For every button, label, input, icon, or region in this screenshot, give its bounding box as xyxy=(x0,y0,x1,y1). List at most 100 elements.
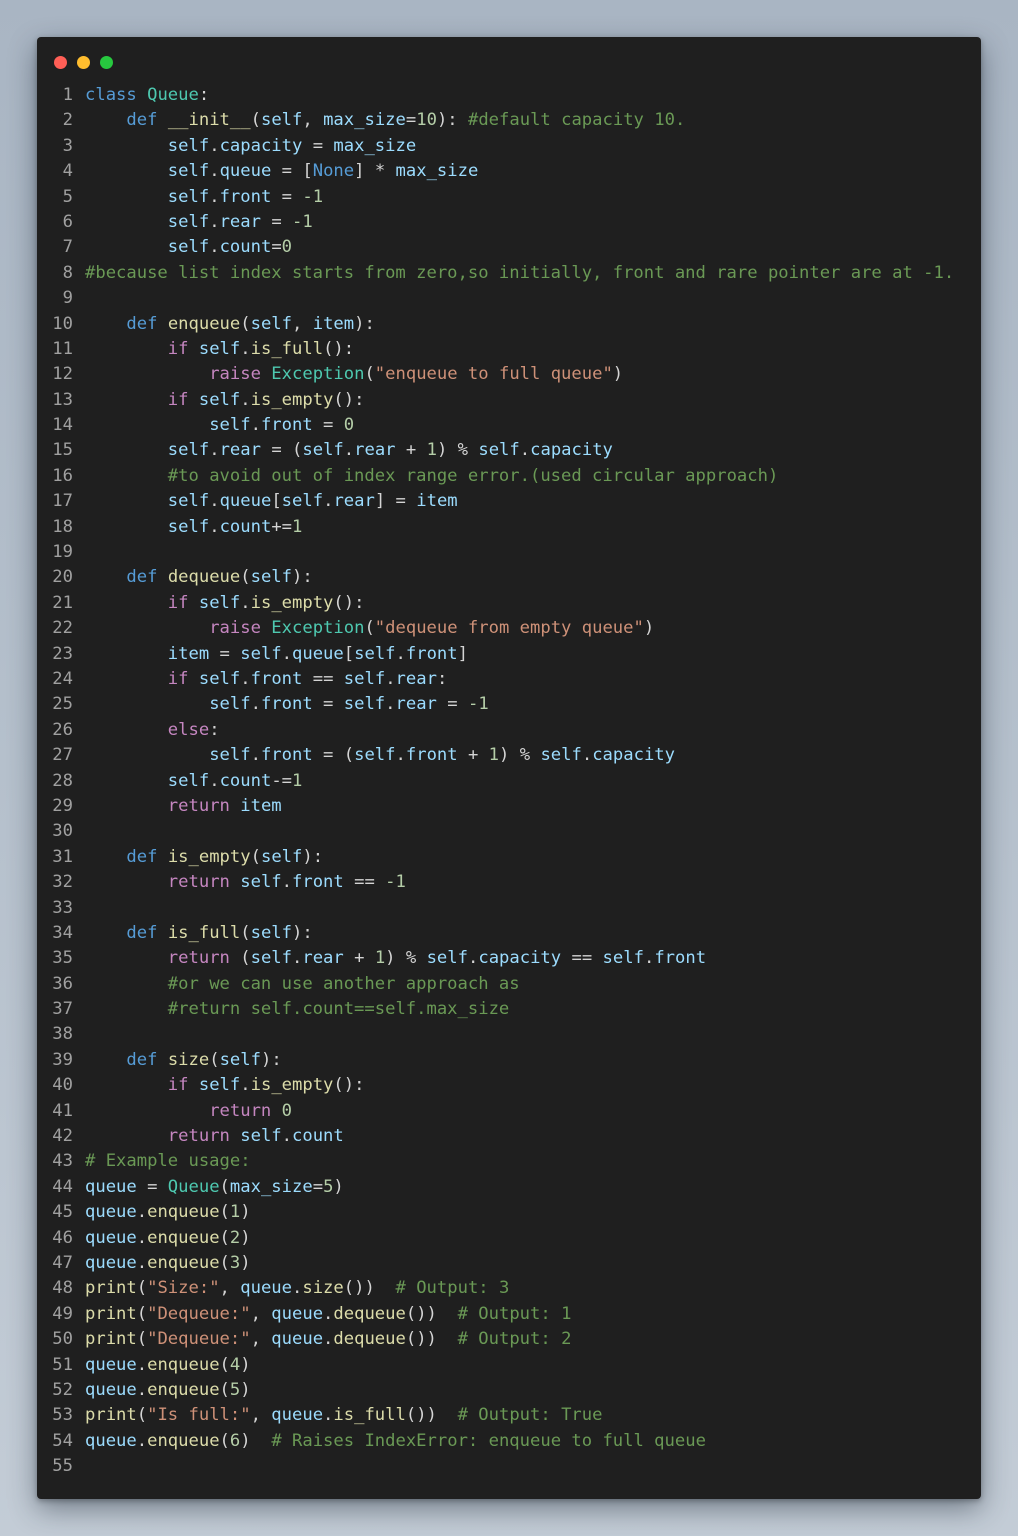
code-token: # Output: True xyxy=(457,1405,603,1426)
code-text: self.capacity = max_size xyxy=(85,134,416,159)
code-token: = ( xyxy=(260,440,303,461)
code-token: "Dequeue:" xyxy=(147,1303,251,1324)
code-line: 21 if self.is_empty(): xyxy=(37,591,981,616)
code-token: self xyxy=(354,643,396,664)
code-token: 1 xyxy=(488,745,500,766)
code-line: 38 xyxy=(37,1022,981,1047)
code-token: is_full xyxy=(333,1405,406,1426)
code-token: self xyxy=(198,338,241,359)
code-token: self xyxy=(260,846,303,867)
code-line: 9 xyxy=(37,286,981,311)
code-token: self xyxy=(167,491,210,512)
code-token: == xyxy=(561,948,603,969)
code-token: size xyxy=(167,1049,210,1070)
code-token: rear xyxy=(333,491,375,512)
code-text: item = self.queue[self.front] xyxy=(85,642,468,667)
code-token: class xyxy=(85,85,137,105)
code-token: if xyxy=(167,668,189,689)
line-number: 37 xyxy=(52,999,73,1020)
code-token: ( xyxy=(219,1227,230,1248)
code-token: : xyxy=(209,719,220,740)
code-line: 49 print("Dequeue:", queue.dequeue()) # O… xyxy=(37,1302,981,1327)
code-text: self.rear = (self.rear + 1) % self.capac… xyxy=(85,438,613,463)
code-token: 0 xyxy=(281,1100,292,1121)
code-token: [ xyxy=(271,491,282,512)
code-token: ] = xyxy=(374,491,417,512)
code-line: 18 self.count+=1 xyxy=(37,515,981,540)
code-token: "dequeue from empty queue" xyxy=(374,618,644,639)
code-token: self xyxy=(540,745,582,766)
maximize-dot-icon[interactable] xyxy=(100,56,113,69)
window-controls xyxy=(54,56,113,70)
code-line: 23 item = self.queue[self.front] xyxy=(37,642,981,667)
code-token: : xyxy=(198,85,210,105)
code-token: enqueue xyxy=(147,1252,220,1273)
code-token: ()) xyxy=(405,1303,458,1324)
code-token: self xyxy=(240,1126,282,1147)
code-token: raise xyxy=(209,618,261,639)
code-line: 40 if self.is_empty(): xyxy=(37,1073,981,1098)
code-text: self.front = -1 xyxy=(85,185,323,210)
line-number: 29 xyxy=(52,795,73,816)
code-line: 26 else: xyxy=(37,718,981,743)
code-token: capacity xyxy=(592,745,675,766)
code-token: enqueue xyxy=(147,1430,220,1451)
code-token: self xyxy=(198,668,241,689)
code-token: ( xyxy=(219,1354,230,1375)
line-number: 3 xyxy=(62,135,73,156)
code-token: 0 xyxy=(343,415,355,436)
code-token: . xyxy=(240,389,251,410)
code-line: 29 return item xyxy=(37,794,981,819)
code-text: print("Dequeue:", queue.dequeue()) # Out… xyxy=(85,1327,571,1352)
line-number: 20 xyxy=(52,567,73,588)
code-block: 1 class Queue: 2 def __init__(self, max_si… xyxy=(37,83,981,1479)
line-number: 39 xyxy=(52,1049,73,1070)
code-token: = xyxy=(260,211,293,232)
code-token: . xyxy=(136,1430,148,1451)
code-token: = xyxy=(271,186,303,207)
code-token: (): xyxy=(333,389,365,410)
code-text: queue.enqueue(6) # Raises IndexError: en… xyxy=(85,1429,706,1454)
line-number: 34 xyxy=(52,922,73,943)
code-token: enqueue xyxy=(147,1227,220,1248)
code-token: self xyxy=(198,592,241,613)
code-token: . xyxy=(385,694,396,715)
code-token: . xyxy=(240,1075,251,1096)
code-token: count xyxy=(219,770,272,791)
code-token: ( xyxy=(364,618,375,639)
code-text: #because list index starts from zero,so … xyxy=(85,261,954,286)
close-dot-icon[interactable] xyxy=(54,56,67,69)
minimize-dot-icon[interactable] xyxy=(77,56,90,69)
code-token: = xyxy=(436,694,468,715)
code-text: #return self.count==self.max_size xyxy=(85,997,509,1022)
code-text: return 0 xyxy=(85,1099,292,1124)
code-token: enqueue xyxy=(147,1379,220,1400)
code-token: ( xyxy=(250,110,261,131)
code-line: 41 return 0 xyxy=(37,1099,981,1124)
code-token: count xyxy=(219,516,272,537)
code-token: ): xyxy=(354,313,375,334)
line-number: 21 xyxy=(52,592,73,613)
code-token: def xyxy=(126,846,158,867)
code-token: queue xyxy=(85,1176,137,1197)
code-token: ) xyxy=(240,1227,251,1248)
code-token: self xyxy=(240,643,282,664)
code-line: 39 def size(self): xyxy=(37,1048,981,1073)
code-token: return xyxy=(167,872,230,893)
code-token: . xyxy=(136,1252,148,1273)
code-token: None xyxy=(312,161,355,182)
code-token: 10 xyxy=(416,110,437,131)
code-token: front xyxy=(405,745,458,766)
code-token: # Example usage: xyxy=(85,1151,251,1172)
code-text: if self.front == self.rear: xyxy=(85,667,448,692)
